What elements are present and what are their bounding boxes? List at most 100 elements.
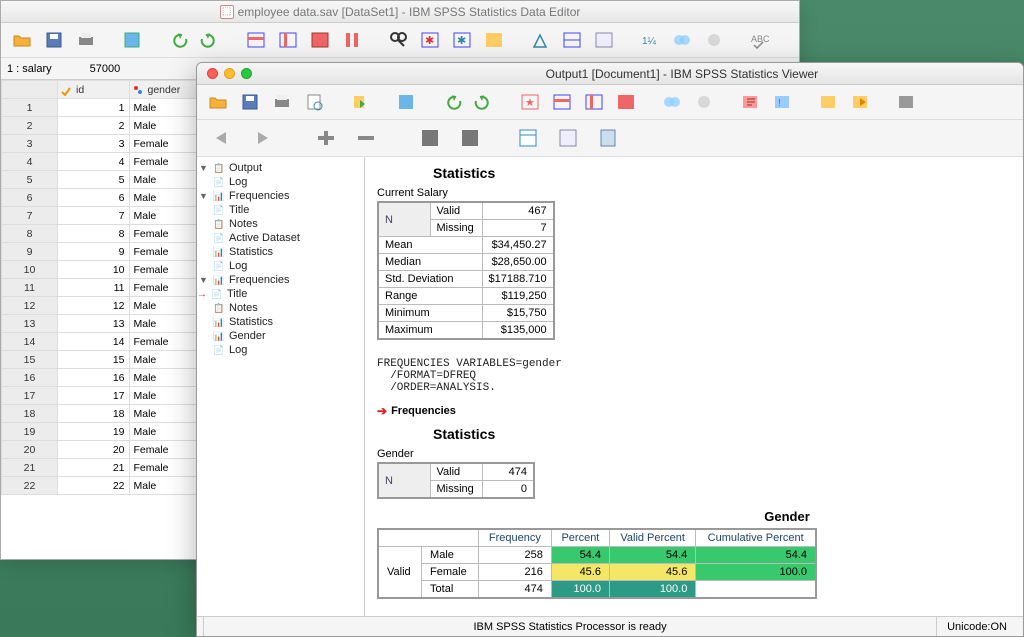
cell-id[interactable]: 9 xyxy=(58,243,130,261)
table-row[interactable]: 99Female xyxy=(2,243,201,261)
table-row[interactable]: 55Male xyxy=(2,171,201,189)
goto-case-icon[interactable] xyxy=(549,89,575,115)
cell-gender[interactable]: Male xyxy=(129,405,201,423)
row-header[interactable]: 15 xyxy=(2,351,58,369)
table-row[interactable]: 88Female xyxy=(2,225,201,243)
row-header[interactable]: 17 xyxy=(2,387,58,405)
show-all-icon[interactable] xyxy=(691,89,717,115)
cell-gender[interactable]: Male xyxy=(129,477,201,495)
cell-gender[interactable]: Male xyxy=(129,369,201,387)
row-header[interactable]: 21 xyxy=(2,459,58,477)
outline-log[interactable]: 📄Log xyxy=(199,176,362,188)
run-script-icon[interactable] xyxy=(847,89,873,115)
cell-gender[interactable]: Male xyxy=(129,207,201,225)
window-controls[interactable] xyxy=(207,68,252,79)
table-row[interactable]: 1818Male xyxy=(2,405,201,423)
outline-log[interactable]: 📄Log xyxy=(199,344,362,356)
cell-id[interactable]: 15 xyxy=(58,351,130,369)
goto-case-icon[interactable] xyxy=(243,27,269,53)
use-sets-icon[interactable]: 1¼ xyxy=(637,27,663,53)
undo-icon[interactable] xyxy=(165,27,191,53)
expand-icon[interactable] xyxy=(309,124,343,152)
cell-gender[interactable]: Male xyxy=(129,351,201,369)
open-icon[interactable] xyxy=(9,27,35,53)
row-header[interactable]: 1 xyxy=(2,99,58,117)
collapse-icon[interactable] xyxy=(349,124,383,152)
variables-icon[interactable] xyxy=(307,27,333,53)
gender-statistics-table[interactable]: NValid474 Missing0 xyxy=(377,462,535,499)
cell-id[interactable]: 3 xyxy=(58,135,130,153)
cell-id[interactable]: 6 xyxy=(58,189,130,207)
find-icon[interactable] xyxy=(385,27,411,53)
cell-id[interactable]: 12 xyxy=(58,297,130,315)
cell-id[interactable]: 17 xyxy=(58,387,130,405)
insert-title-icon[interactable] xyxy=(453,124,487,152)
row-header[interactable]: 20 xyxy=(2,441,58,459)
row-header[interactable]: 18 xyxy=(2,405,58,423)
print-icon[interactable] xyxy=(269,89,295,115)
viewer-title-bar[interactable]: Output1 [Document1] - IBM SPSS Statistic… xyxy=(197,63,1023,85)
cell-id[interactable]: 1 xyxy=(58,99,130,117)
cell-gender[interactable]: Male xyxy=(129,423,201,441)
cell-id[interactable]: 16 xyxy=(58,369,130,387)
table-row[interactable]: 11Male xyxy=(2,99,201,117)
row-header[interactable]: 4 xyxy=(2,153,58,171)
table-row[interactable]: 2020Female xyxy=(2,441,201,459)
cell-id[interactable]: 11 xyxy=(58,279,130,297)
save-icon[interactable] xyxy=(41,27,67,53)
designate-window-icon[interactable]: ! xyxy=(769,89,795,115)
create-graph-icon[interactable] xyxy=(893,89,919,115)
row-header[interactable]: 3 xyxy=(2,135,58,153)
table-row[interactable]: 1212Male xyxy=(2,297,201,315)
value-labels-icon[interactable] xyxy=(591,27,617,53)
select-cases-icon[interactable] xyxy=(559,27,585,53)
use-sets-icon[interactable] xyxy=(659,89,685,115)
table-row[interactable]: 77Male xyxy=(2,207,201,225)
insert-heading-icon[interactable] xyxy=(413,124,447,152)
show-all-2-icon[interactable] xyxy=(701,27,727,53)
outline-statistics[interactable]: 📊Statistics xyxy=(199,316,362,328)
table-row[interactable]: 33Female xyxy=(2,135,201,153)
cell-gender[interactable]: Female xyxy=(129,279,201,297)
cell-gender[interactable]: Male xyxy=(129,99,201,117)
row-header[interactable]: 22 xyxy=(2,477,58,495)
open-icon[interactable] xyxy=(205,89,231,115)
row-header[interactable]: 19 xyxy=(2,423,58,441)
variables-icon[interactable] xyxy=(613,89,639,115)
table-row[interactable]: 1313Male xyxy=(2,315,201,333)
cell-id[interactable]: 19 xyxy=(58,423,130,441)
forward-icon[interactable] xyxy=(245,124,279,152)
cell-ref-value[interactable]: 57000 xyxy=(60,63,121,75)
cell-id[interactable]: 20 xyxy=(58,441,130,459)
cell-id[interactable]: 5 xyxy=(58,171,130,189)
print-preview-icon[interactable] xyxy=(301,89,327,115)
cell-id[interactable]: 22 xyxy=(58,477,130,495)
print-icon[interactable] xyxy=(73,27,99,53)
cell-gender[interactable]: Female xyxy=(129,459,201,477)
split-file-icon[interactable] xyxy=(481,27,507,53)
show-all-icon[interactable] xyxy=(669,27,695,53)
save-icon[interactable] xyxy=(237,89,263,115)
table-row[interactable]: 66Male xyxy=(2,189,201,207)
cell-gender[interactable]: Male xyxy=(129,171,201,189)
row-header[interactable]: 16 xyxy=(2,369,58,387)
table-row[interactable]: 1010Female xyxy=(2,261,201,279)
outline-gender[interactable]: 📊Gender xyxy=(199,330,362,342)
zoom-icon[interactable] xyxy=(241,68,252,79)
page-break-icon[interactable] xyxy=(551,124,585,152)
table-row[interactable]: 22Male xyxy=(2,117,201,135)
outline-log[interactable]: 📄Log xyxy=(199,260,362,272)
cell-id[interactable]: 4 xyxy=(58,153,130,171)
minimize-icon[interactable] xyxy=(224,68,235,79)
table-row[interactable]: 1414Female xyxy=(2,333,201,351)
cell-id[interactable]: 7 xyxy=(58,207,130,225)
outline-active-dataset[interactable]: 📄Active Dataset xyxy=(199,232,362,244)
outline-title[interactable]: 📄Title xyxy=(199,204,362,216)
column-gender[interactable]: gender xyxy=(129,81,201,99)
cell-gender[interactable]: Male xyxy=(129,387,201,405)
table-row[interactable]: 2121Female xyxy=(2,459,201,477)
outline-pane[interactable]: ▼📋Output 📄Log ▼📊Frequencies 📄Title 📋Note… xyxy=(197,157,365,616)
cell-gender[interactable]: Female xyxy=(129,225,201,243)
cell-gender[interactable]: Female xyxy=(129,261,201,279)
outline-notes[interactable]: 📋Notes xyxy=(199,218,362,230)
